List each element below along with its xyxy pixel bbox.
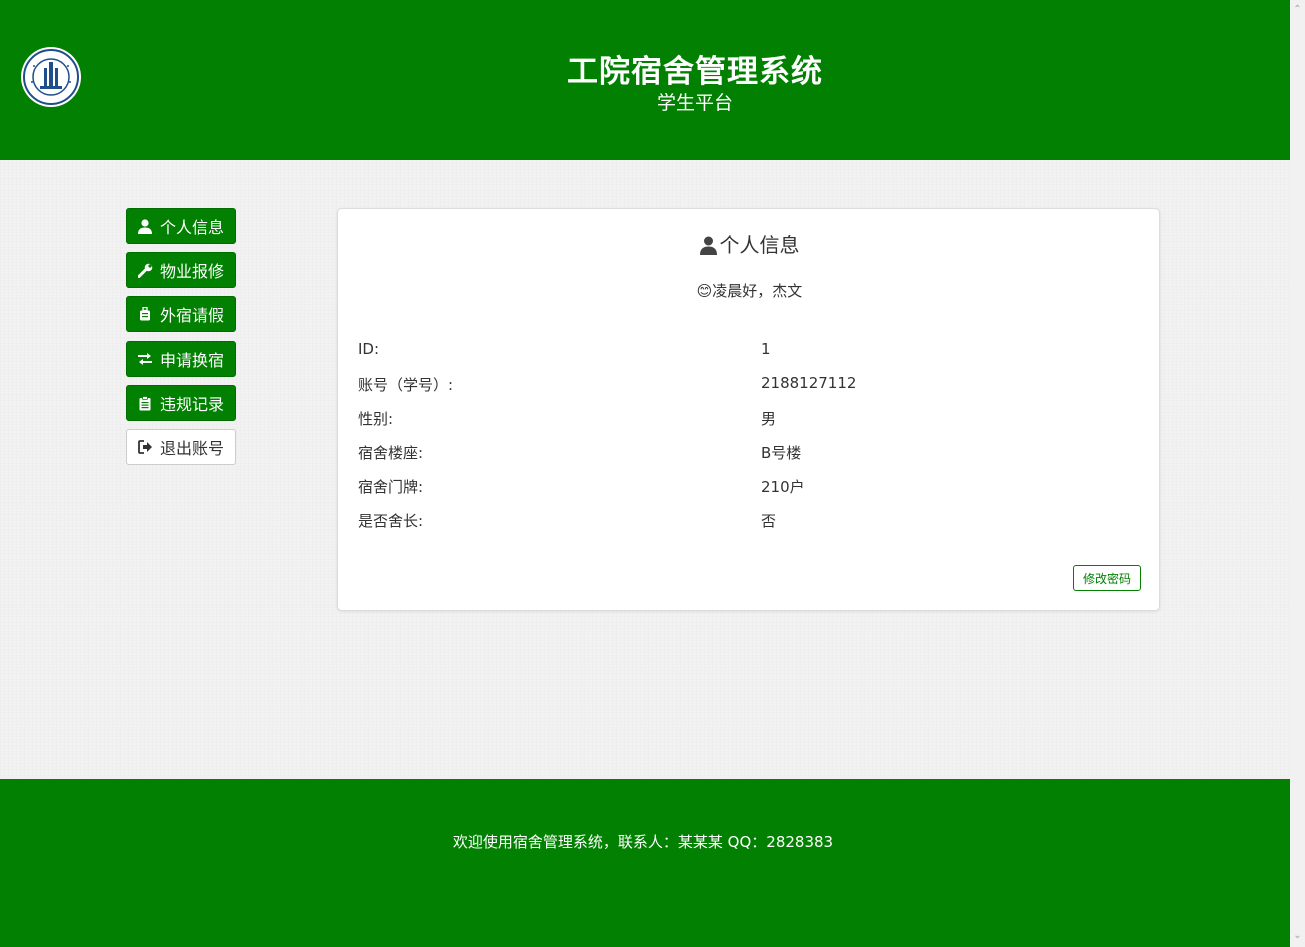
sidebar-item-label: 退出账号 [160,439,225,458]
sign-out-icon [137,439,153,455]
sidebar-item-leave-request[interactable]: 外宿请假 [126,296,236,332]
field-value: 1 [761,340,771,358]
sidebar-item-logout[interactable]: 退出账号 [126,429,236,465]
footer-contact-text: 欢迎使用宿舍管理系统，联系人：某某某 QQ：2828383 [452,833,834,851]
field-label: 宿舍门牌: [358,478,424,496]
change-password-button[interactable]: 修改密码 [1073,565,1141,591]
sidebar-item-label: 物业报修 [160,262,225,281]
scroll-up-arrow-icon[interactable]: ⌃ [1292,4,1303,15]
field-label: 账号（学号）: [358,376,454,394]
field-label: 宿舍楼座: [358,444,424,462]
site-title: 工院宿舍管理系统 [567,54,823,90]
field-value: 210户 [761,478,805,496]
site-subtitle: 学生平台 [656,92,733,114]
wrench-icon [137,262,153,278]
info-row-room: 宿舍门牌: 210户 [358,476,1138,500]
sidebar-item-dorm-change[interactable]: 申请换宿 [126,341,236,377]
field-label: 是否舍长: [358,512,424,530]
sidebar-item-label: 申请换宿 [160,351,225,370]
panel-title: 个人信息 [338,229,1161,258]
site-footer: 欢迎使用宿舍管理系统，联系人：某某某 QQ：2828383 [0,779,1290,947]
user-icon [137,218,153,234]
page-scrollbar[interactable] [1290,0,1305,947]
field-value: 2188127112 [761,374,857,392]
clipboard-icon [137,395,153,411]
sidebar-item-label: 个人信息 [160,218,225,237]
info-row-account: 账号（学号）: 2188127112 [358,374,1138,398]
panel-title-text: 个人信息 [719,233,800,257]
sidebar-item-violations[interactable]: 违规记录 [126,385,236,421]
info-row-gender: 性别: 男 [358,408,1138,432]
field-value: B号楼 [761,444,802,462]
info-row-id: ID: 1 [358,340,1138,364]
exchange-icon [137,351,153,367]
info-row-dorm-leader: 是否舍长: 否 [358,510,1138,534]
field-label: ID: [358,340,380,358]
sidebar-item-label: 违规记录 [160,395,225,414]
sidebar-item-personal-info[interactable]: 个人信息 [126,208,236,244]
user-icon [699,236,717,255]
sidebar-item-repair[interactable]: 物业报修 [126,252,236,288]
field-value: 男 [761,410,777,428]
suitcase-icon [137,306,153,322]
sidebar-item-label: 外宿请假 [160,306,225,325]
greeting-text: 😊凌晨好，杰文 [696,282,803,300]
field-label: 性别: [358,410,394,428]
info-row-building: 宿舍楼座: B号楼 [358,442,1138,466]
personal-info-panel: 个人信息 😊凌晨好，杰文 ID: 1 账号（学号）: 2188127112 性别… [337,208,1160,611]
scroll-down-arrow-icon[interactable]: ⌄ [1292,930,1303,941]
field-value: 否 [761,512,777,530]
site-header: 工院宿舍管理系统 学生平台 [0,0,1290,160]
